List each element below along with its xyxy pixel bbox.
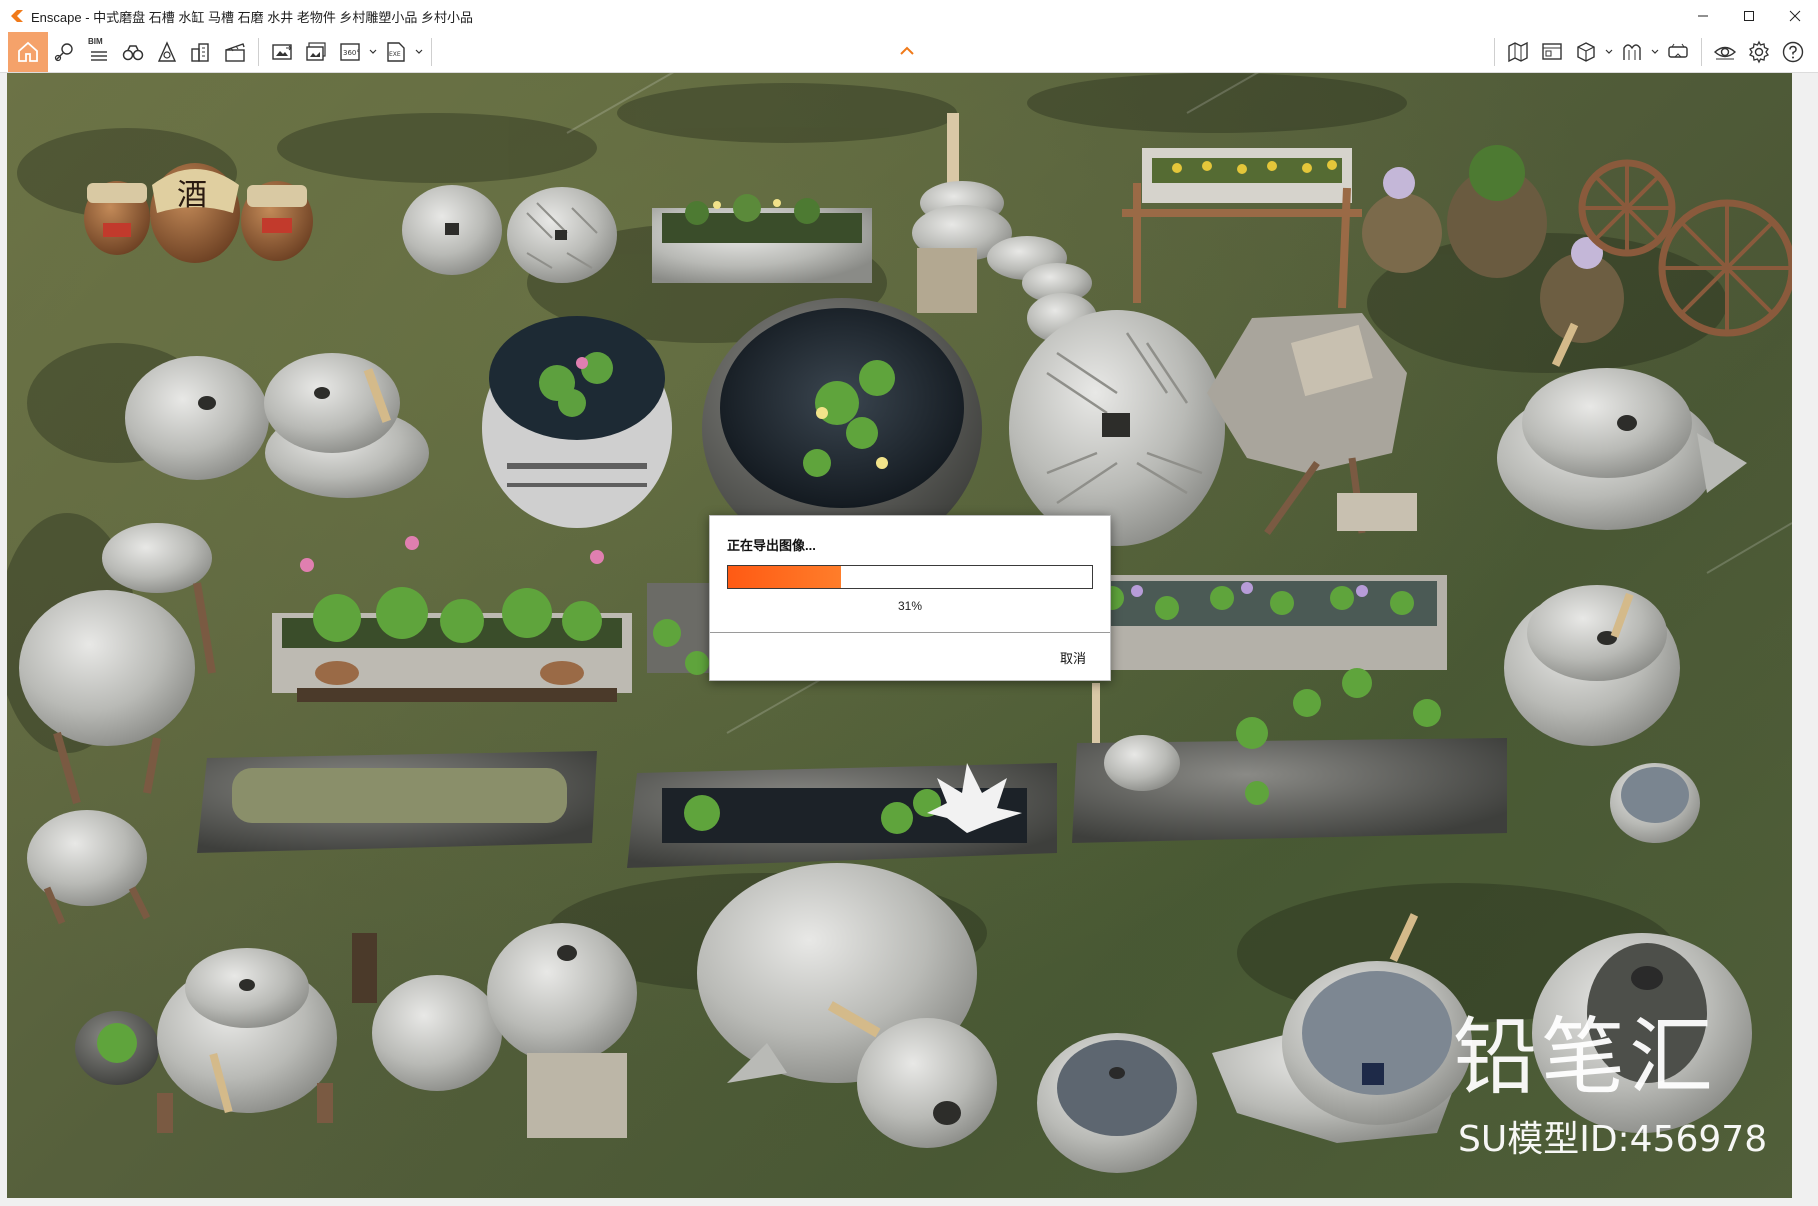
video-editor-button[interactable] bbox=[218, 32, 252, 72]
exe-export-icon: EXE bbox=[387, 42, 405, 62]
mill-trough-with-plants bbox=[1072, 668, 1507, 843]
minimize-icon bbox=[1698, 15, 1708, 17]
progress-fill bbox=[728, 566, 841, 588]
screenshot-export-icon bbox=[272, 44, 292, 60]
map-icon bbox=[1508, 41, 1528, 63]
planter-trough-1 bbox=[652, 194, 872, 283]
left-frame bbox=[0, 73, 7, 1198]
chevron-down-icon bbox=[415, 49, 423, 54]
dialog-title: 正在导出图像... bbox=[727, 538, 816, 553]
stone-mill-stack bbox=[912, 113, 1097, 343]
close-button[interactable] bbox=[1772, 0, 1818, 32]
jar-label: 酒 bbox=[177, 178, 207, 213]
right-frame bbox=[1792, 73, 1818, 1198]
home-icon bbox=[18, 41, 38, 62]
millstone-with-bowl bbox=[1504, 585, 1700, 843]
map-button[interactable] bbox=[1501, 32, 1535, 72]
enscape-logo-icon bbox=[11, 10, 23, 22]
binoculars-icon bbox=[122, 45, 144, 61]
chevron-down-icon bbox=[1605, 49, 1613, 54]
porcelain-lotus-basin bbox=[482, 316, 672, 528]
close-icon bbox=[1789, 10, 1801, 22]
millstone-on-stand bbox=[157, 933, 377, 1133]
sun-settings-button[interactable] bbox=[150, 32, 184, 72]
dark-lotus-trough bbox=[627, 763, 1057, 868]
vr-button[interactable] bbox=[1661, 32, 1695, 72]
batch-render-icon bbox=[306, 42, 326, 61]
export-progress-dialog: 正在导出图像... 31% 取消 bbox=[709, 515, 1111, 681]
binoculars-button[interactable] bbox=[116, 32, 150, 72]
model-id-watermark: SU模型ID:456978 bbox=[1458, 1119, 1768, 1160]
sun-house-icon bbox=[157, 41, 177, 62]
visual-settings-button[interactable] bbox=[1708, 32, 1742, 72]
millstone-round-1 bbox=[125, 353, 429, 498]
window-mode-button[interactable] bbox=[1535, 32, 1569, 72]
batch-render-button[interactable] bbox=[299, 32, 333, 72]
settings-icon bbox=[1749, 40, 1769, 64]
lotus-planter-box bbox=[272, 536, 632, 702]
long-empty-trough bbox=[197, 751, 597, 853]
monitor-icon bbox=[1542, 43, 1562, 60]
exe-dropdown[interactable] bbox=[413, 32, 425, 72]
buildings-button[interactable] bbox=[184, 32, 218, 72]
progress-bar bbox=[727, 565, 1093, 589]
toolbar-separator bbox=[258, 38, 259, 66]
maximize-button[interactable] bbox=[1726, 0, 1772, 32]
location-button[interactable] bbox=[48, 32, 82, 72]
screenshot-button[interactable] bbox=[265, 32, 299, 72]
panorama-dropdown[interactable] bbox=[367, 32, 379, 72]
enscape-toolbar: BIM 360° EXE bbox=[0, 32, 1818, 73]
lotus-long-trough bbox=[1052, 575, 1447, 670]
asset-dropdown[interactable] bbox=[1603, 32, 1615, 72]
stone-bowl-basin bbox=[1037, 1033, 1197, 1173]
location-pin-icon bbox=[54, 43, 73, 62]
cancel-button[interactable]: 取消 bbox=[1032, 645, 1092, 669]
panorama-button[interactable]: 360° bbox=[333, 32, 367, 72]
window-title: Enscape - 中式磨盘 石槽 水缸 马槽 石磨 水井 老物件 乡村雕塑小品… bbox=[31, 9, 474, 25]
brand-watermark: 铅笔汇 bbox=[1453, 1008, 1718, 1106]
grinding-stone-grooved bbox=[1009, 310, 1225, 546]
cube-icon bbox=[1577, 42, 1595, 62]
eye-icon bbox=[1713, 46, 1737, 60]
minimize-button[interactable] bbox=[1680, 0, 1726, 32]
dialog-separator bbox=[710, 632, 1110, 633]
small-lotus-bowl bbox=[75, 1011, 159, 1085]
title-bar: Enscape - 中式磨盘 石槽 水缸 马槽 石磨 水井 老物件 乡村雕塑小品… bbox=[0, 0, 1818, 33]
toolbar-separator bbox=[1701, 38, 1702, 66]
toolbar-separator bbox=[1494, 38, 1495, 66]
elevated-flower-trough bbox=[1122, 148, 1362, 309]
progress-percent: 31% bbox=[897, 599, 923, 613]
millstones-flat bbox=[402, 185, 617, 283]
chevron-down-icon bbox=[1651, 49, 1659, 54]
millstone-double-1 bbox=[372, 923, 637, 1138]
chevron-down-icon bbox=[369, 49, 377, 54]
bim-label: BIM bbox=[88, 37, 103, 46]
asset-library-button[interactable] bbox=[1569, 32, 1603, 72]
material-dropdown[interactable] bbox=[1649, 32, 1661, 72]
help-icon bbox=[1782, 41, 1804, 63]
buildings-icon bbox=[191, 43, 209, 62]
clapperboard-icon bbox=[225, 43, 245, 62]
collapse-toolbar-icon[interactable] bbox=[898, 44, 916, 58]
home-button[interactable] bbox=[8, 32, 48, 72]
toolbar-separator bbox=[431, 38, 432, 66]
general-settings-button[interactable] bbox=[1742, 32, 1776, 72]
bottom-frame bbox=[0, 1198, 1818, 1206]
pano-label: 360° bbox=[343, 49, 360, 57]
vr-headset-icon bbox=[1668, 43, 1688, 58]
maximize-icon bbox=[1744, 11, 1754, 21]
octagonal-mill bbox=[1207, 313, 1417, 536]
panorama-360-icon: 360° bbox=[340, 43, 360, 61]
help-button[interactable] bbox=[1776, 32, 1810, 72]
exe-label: EXE bbox=[389, 51, 401, 58]
material-icon bbox=[1623, 44, 1641, 60]
material-editor-button[interactable] bbox=[1615, 32, 1649, 72]
bim-button[interactable]: BIM bbox=[82, 32, 116, 72]
exe-export-button[interactable]: EXE bbox=[379, 32, 413, 72]
